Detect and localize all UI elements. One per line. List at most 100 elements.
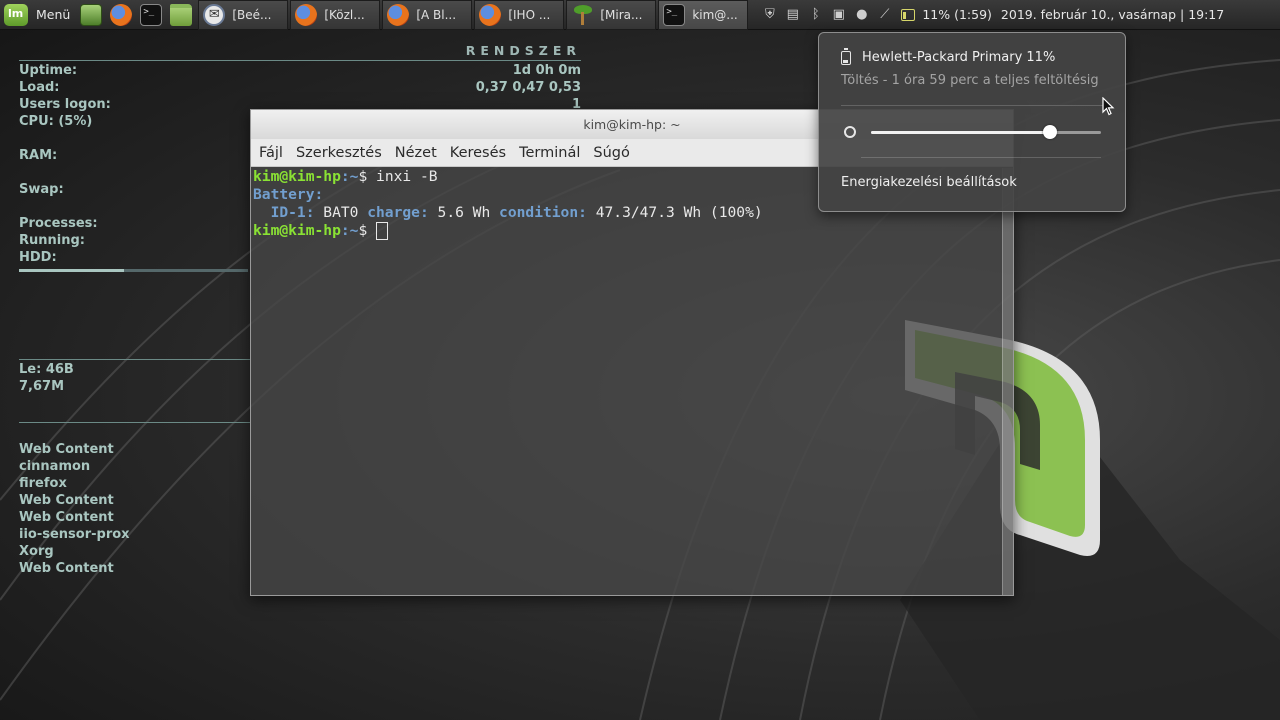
menu-terminal[interactable]: Terminál <box>514 145 588 161</box>
conky-process-item: Xorg <box>19 544 54 559</box>
taskbar-window-label: [Mira... <box>600 7 643 22</box>
prompt-user: kim@kim-hp <box>253 222 341 239</box>
conky-download-label: Le: 46B <box>19 362 74 377</box>
main-menu-label: Menü <box>36 7 71 22</box>
power-applet-popup: Hewlett-Packard Primary 11% Töltés - 1 ó… <box>818 32 1126 212</box>
conky-uptime-label: Uptime: <box>19 63 78 78</box>
prompt-symbol: $ <box>358 222 377 239</box>
battery-icon[interactable] <box>899 6 917 24</box>
conky-process-item: Web Content <box>19 561 114 576</box>
battery-id-key: ID-1: <box>270 204 315 221</box>
files-launcher[interactable] <box>166 0 196 30</box>
terminal-launcher[interactable]: >_ <box>136 0 166 30</box>
bluetooth-icon[interactable]: ᛒ <box>807 6 825 24</box>
menu-file[interactable]: Fájl <box>254 145 291 161</box>
conky-swap-label: Swap: <box>19 182 64 197</box>
firefox-icon <box>479 3 502 26</box>
taskbar-window-label: [IHO ... <box>508 7 551 22</box>
conky-load-value: 0,37 0,47 0,53 <box>475 80 581 95</box>
taskbar-window-firefox-3[interactable]: [IHO ... <box>474 0 565 30</box>
main-menu-button[interactable]: Menü <box>0 0 76 30</box>
terminal-icon: >_ <box>663 3 686 26</box>
update-manager-icon[interactable]: ▣ <box>830 6 848 24</box>
battery-condition-key: condition: <box>499 204 587 221</box>
taskbar-window-mirage[interactable]: [Mira... <box>566 0 657 30</box>
popup-separator <box>841 105 1107 106</box>
menu-view[interactable]: Nézet <box>390 145 445 161</box>
palm-icon <box>571 4 593 26</box>
conky-ram-label: RAM: <box>19 148 58 163</box>
conky-processes-label: Processes: <box>19 216 98 231</box>
conky-process-item: iio-sensor-prox <box>19 527 130 542</box>
conky-hdd-label: HDD: <box>19 250 57 265</box>
taskbar-window-label: [Beé... <box>232 7 272 22</box>
terminal-scrollbar[interactable] <box>1002 168 1013 595</box>
conky-running-label: Running: <box>19 233 85 248</box>
battery-charge-value: 5.6 Wh <box>428 204 500 221</box>
prompt-path: :~ <box>340 222 359 239</box>
conky-process-item: Web Content <box>19 442 114 457</box>
terminal-command: inxi -B <box>376 168 438 185</box>
taskbar-window-firefox-1[interactable]: [Közl... <box>290 0 381 30</box>
menu-search[interactable]: Keresés <box>445 145 514 161</box>
conky-divider <box>19 422 250 423</box>
terminal-output[interactable]: kim@kim-hp:~$ inxi -B Battery: ID-1: BAT… <box>252 168 1013 595</box>
conky-divider <box>19 359 250 360</box>
battery-charge-key: charge: <box>367 204 429 221</box>
taskbar-window-terminal[interactable]: >_ kim@... <box>658 0 749 30</box>
conky-hdd-bar <box>19 269 248 272</box>
show-desktop-launcher[interactable] <box>76 0 106 30</box>
brightness-slider-handle[interactable] <box>1043 125 1058 139</box>
battery-device-title: Hewlett-Packard Primary 11% <box>862 50 1056 65</box>
taskbar-window-label: [A Bl... <box>416 7 457 22</box>
brightness-icon <box>844 126 856 138</box>
clock[interactable]: 2019. február 10., vasárnap | 19:17 <box>1001 7 1224 22</box>
window-list: ✉ [Beé... [Közl... [A Bl... [IHO ... [Mi… <box>198 0 750 30</box>
conky-process-item: firefox <box>19 476 67 491</box>
firefox-icon <box>295 3 318 26</box>
shield-icon[interactable]: ⛨ <box>761 6 779 24</box>
terminal-icon: >_ <box>140 3 163 26</box>
menu-help[interactable]: Súgó <box>588 145 637 161</box>
terminal-line: kim@kim-hp:~$ <box>253 222 1013 240</box>
conky-cpu-label: CPU: (5%) <box>19 114 93 129</box>
conky-users-label: Users logon: <box>19 97 111 112</box>
battery-status-text[interactable]: 11% (1:59) <box>922 7 992 22</box>
battery-icon <box>841 47 851 65</box>
power-settings-link[interactable]: Energiakezelési beállítások <box>841 175 1017 190</box>
battery-header: Battery: <box>253 186 324 203</box>
prompt-user: kim@kim-hp <box>253 168 341 185</box>
battery-id-value: BAT0 <box>314 204 368 221</box>
user-icon[interactable]: ● <box>853 6 871 24</box>
brightness-slider-fill <box>871 131 1051 134</box>
folder-icon <box>170 3 193 26</box>
conky-download-total: 7,67M <box>19 379 65 394</box>
system-tray: ⛨ ▤ ᛒ ▣ ● ⟋ 11% (1:59) 2019. február 10.… <box>758 0 1224 30</box>
brightness-slider[interactable] <box>871 125 1101 139</box>
conky-uptime-row: Uptime: 1d 0h 0m <box>19 62 581 79</box>
firefox-icon <box>110 3 133 26</box>
taskbar-window-label: kim@... <box>692 7 738 22</box>
network-icon[interactable]: ⟋ <box>876 6 894 24</box>
conky-load-row: Load: 0,37 0,47 0,53 <box>19 79 581 96</box>
linux-mint-icon <box>4 3 28 26</box>
firefox-icon <box>387 3 410 26</box>
top-panel: Menü >_ ✉ [Beé... [Közl... [A Bl... [IHO… <box>0 0 1280 30</box>
firefox-launcher[interactable] <box>106 0 136 30</box>
conky-uptime-value: 1d 0h 0m <box>512 63 581 78</box>
conky-process-item: Web Content <box>19 493 114 508</box>
clipboard-icon[interactable]: ▤ <box>784 6 802 24</box>
terminal-cursor <box>376 222 389 240</box>
conky-title: RENDSZER <box>465 43 581 58</box>
taskbar-window-label: [Közl... <box>324 7 365 22</box>
prompt-symbol: $ <box>358 168 377 185</box>
popup-separator <box>861 157 1101 158</box>
prompt-path: :~ <box>340 168 359 185</box>
battery-condition-value: 47.3/47.3 Wh (100%) <box>586 204 763 221</box>
taskbar-window-firefox-2[interactable]: [A Bl... <box>382 0 473 30</box>
menu-edit[interactable]: Szerkesztés <box>291 145 390 161</box>
battery-device-row[interactable]: Hewlett-Packard Primary 11% <box>841 47 1056 65</box>
taskbar-window-thunderbird[interactable]: ✉ [Beé... <box>198 0 289 30</box>
mail-icon: ✉ <box>203 3 226 26</box>
mouse-pointer-icon <box>1102 97 1115 116</box>
